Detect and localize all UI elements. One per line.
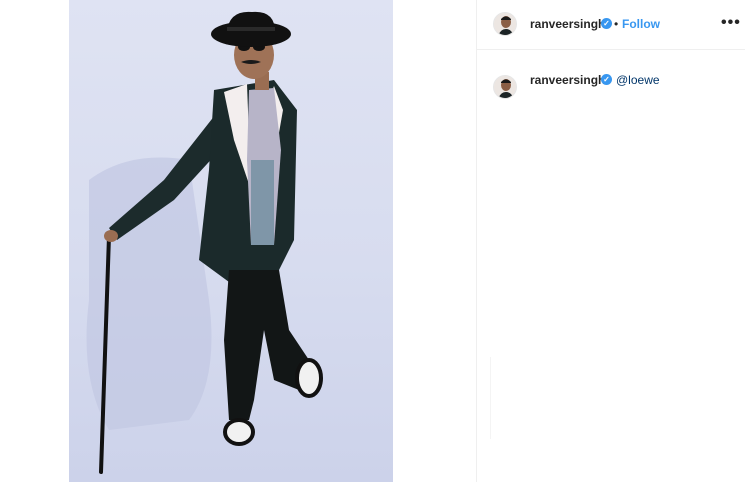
avatar-image — [494, 13, 516, 35]
caption-row: ranveersingh ✓ @loewe — [477, 50, 745, 110]
caption-avatar[interactable] — [493, 75, 517, 99]
post-photo-illustration — [86, 11, 323, 474]
caption-username[interactable]: ranveersingh — [530, 73, 605, 87]
scrollbar-track[interactable] — [490, 357, 491, 439]
header-separator: • — [614, 17, 619, 31]
post-header: ranveersingh ✓ • Follow ••• — [477, 0, 745, 50]
verified-badge-icon: ✓ — [601, 18, 612, 29]
header-username[interactable]: ranveersingh — [530, 17, 605, 31]
follow-button[interactable]: Follow — [622, 17, 660, 31]
avatar[interactable] — [493, 12, 517, 36]
post-image[interactable] — [69, 0, 393, 482]
more-options-icon[interactable]: ••• — [721, 14, 741, 32]
caption-verified-badge-icon: ✓ — [601, 74, 612, 85]
caption-avatar-image — [494, 76, 516, 98]
caption-mention-link[interactable]: @loewe — [616, 73, 660, 87]
